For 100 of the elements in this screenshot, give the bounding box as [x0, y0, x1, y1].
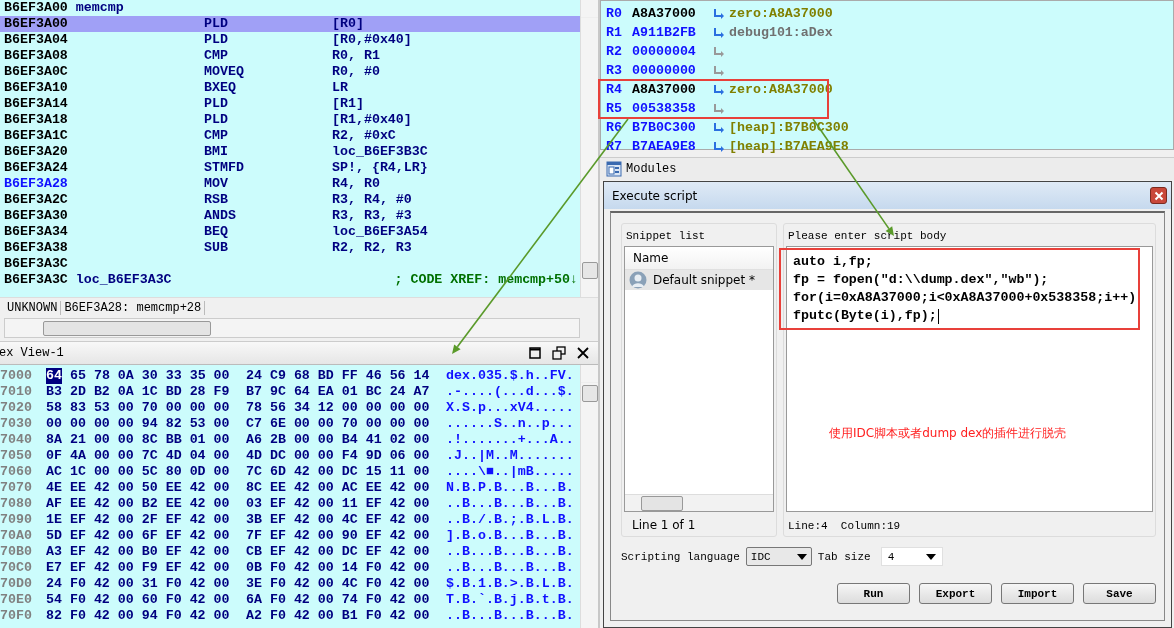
hex-bytes: 24 C9 68 BD FF 46 56 14: [246, 368, 431, 384]
hex-bytes: 3B EF 42 00 4C EF 42 00: [246, 512, 431, 528]
dialog-button[interactable]: Save: [1083, 583, 1156, 604]
pointer-arrow-icon: [712, 45, 726, 58]
hex-bytes: 82 F0 42 00 94 F0 42 00: [46, 608, 231, 624]
register-target: zero:A8A37000: [729, 6, 833, 21]
ascii-text: .J..|M..M.......: [446, 448, 574, 464]
register-target: debug101:aDex: [729, 25, 833, 40]
dialog-button[interactable]: Import: [1001, 583, 1074, 604]
pointer-arrow-icon: [712, 83, 726, 96]
address: B6EF3A24: [4, 160, 69, 176]
operands: [R1]: [332, 96, 364, 112]
text-caret: [937, 308, 939, 324]
language-dropdown[interactable]: IDC: [745, 547, 812, 566]
mnemonic: PLD: [204, 32, 229, 48]
mnemonic: PLD: [204, 96, 229, 112]
modules-tab[interactable]: Modules: [600, 157, 1174, 180]
operands: SP!, {R4,LR}: [332, 160, 428, 176]
hex-bytes: A3 EF 42 00 B0 EF 42 00: [46, 544, 231, 560]
hex-bytes: C7 6E 00 00 70 00 00 00: [246, 416, 431, 432]
status-text: Line:4 Column:19: [787, 519, 902, 532]
horizontal-scrollbar[interactable]: [625, 494, 773, 511]
pointer-arrow-icon: [712, 140, 726, 153]
mnemonic: BXEQ: [204, 80, 237, 96]
address: B6EF3A3C: [4, 256, 68, 272]
register-value: A911B2FB: [632, 25, 697, 40]
address: B6EF3A04: [4, 32, 69, 48]
hex-bytes: 5D EF 42 00 6F EF 42 00: [46, 528, 231, 544]
register-value: 00000000: [632, 63, 697, 78]
close-button[interactable]: [1150, 187, 1167, 204]
hex-bytes: 8C EE 42 00 AC EE 42 00: [246, 480, 431, 496]
hex-bytes: 4E EE 42 00 50 EE 42 00: [46, 480, 231, 496]
snippet-item[interactable]: Default snippet *: [625, 270, 773, 290]
address: 7070: [0, 480, 33, 496]
ascii-text: ....\■..|mB.....: [446, 464, 574, 480]
hex-bytes: 1E EF 42 00 2F EF 42 00: [46, 512, 231, 528]
register-name: R5: [606, 101, 623, 116]
address: 70F0: [0, 608, 33, 624]
dropdown-arrow-icon: [925, 553, 936, 560]
hex-bytes: 00 00 00 00 94 82 53 00: [46, 416, 231, 432]
tab-size-dropdown[interactable]: 4: [880, 547, 943, 566]
field-label: Scripting language: [621, 550, 740, 563]
ascii-text: T.B.`.B.j.B.t.B.: [446, 592, 574, 608]
script-editor[interactable]: auto i,fp; fp = fopen("d:\\dump.dex","wb"); for(i=0xA8A37000;i<0xA8A37000+0x538358;i++) fputc(Byte(i),fp); 使用IDC脚本或者dump dex的插件进行脱壳: [786, 246, 1153, 512]
cursor-byte[interactable]: 64: [46, 368, 62, 384]
hex-bytes: 0B F0 42 00 14 F0 42 00: [246, 560, 431, 576]
ascii-text: .!.......+...A..: [446, 432, 574, 448]
register-name: R2: [606, 44, 623, 59]
mnemonic: SUB: [204, 240, 229, 256]
address: 7050: [0, 448, 33, 464]
address: 70A0: [0, 528, 33, 544]
register-value: 00000004: [632, 44, 697, 59]
address: 7000: [0, 368, 33, 384]
hex-bytes: 4D DC 00 00 F4 9D 06 00: [246, 448, 431, 464]
pointer-arrow-icon: [712, 121, 726, 134]
status-text: B6EF3A28: memcmp+28: [61, 301, 206, 315]
status-text: UNKNOWN: [4, 301, 62, 315]
register-value: 00538358: [632, 101, 697, 116]
hex-bytes: 65 78 0A 30 33 35 00: [69, 368, 230, 384]
ascii-text: ..B./.B.;.B.L.B.: [446, 512, 574, 528]
address: B6EF3A20: [4, 144, 69, 160]
ascii-text: ..B...B...B...B.: [446, 496, 574, 512]
mnemonic: MOVEQ: [204, 64, 245, 80]
operands: R2, R2, R3: [332, 240, 412, 256]
ascii-text: X.S.p...xV4.....: [446, 400, 574, 416]
code-line: fp = fopen("d:\\dump.dex","wb");: [793, 271, 1049, 289]
horizontal-scrollbar[interactable]: [4, 318, 580, 338]
operands: R3, R4, #0: [332, 192, 412, 208]
address: B6EF3A00: [4, 0, 68, 16]
mnemonic: STMFD: [204, 160, 245, 176]
hex-bytes: 54 F0 42 00 60 F0 42 00: [46, 592, 231, 608]
mnemonic: BEQ: [204, 224, 229, 240]
vertical-scrollbar[interactable]: [580, 365, 598, 628]
dialog-button[interactable]: Run: [837, 583, 910, 604]
address: B6EF3A08: [4, 48, 69, 64]
mnemonic: ANDS: [204, 208, 237, 224]
hex-bytes: AF EE 42 00 B2 EE 42 00: [46, 496, 231, 512]
hex-bytes: A6 2B 00 00 B4 41 02 00: [246, 432, 431, 448]
address: B6EF3A38: [4, 240, 69, 256]
mnemonic: RSB: [204, 192, 229, 208]
ascii-text: .-....(...d...$.: [446, 384, 574, 400]
hex-bytes: 6A F0 42 00 74 F0 42 00: [246, 592, 431, 608]
ascii-text: $.B.1.B.>.B.L.B.: [446, 576, 574, 592]
pointer-arrow-icon: [712, 102, 726, 115]
status-text: Line 1 of 1: [631, 517, 697, 532]
dialog-button[interactable]: Export: [919, 583, 992, 604]
address: B6EF3A00: [4, 16, 69, 32]
window-title: Execute script: [612, 188, 698, 203]
register-name: R6: [606, 120, 623, 135]
operands: loc_B6EF3B3C: [332, 144, 428, 160]
address: B6EF3A34: [4, 224, 69, 240]
mnemonic: PLD: [204, 16, 229, 32]
address: B6EF3A3C: [4, 272, 68, 288]
operands: R3, R3, #3: [332, 208, 412, 224]
register-name: R3: [606, 63, 623, 78]
ascii-text: N.B.P.B...B...B.: [446, 480, 574, 496]
register-value: A8A37000: [632, 82, 697, 97]
operands: [R0,#0x40]: [332, 32, 412, 48]
vertical-scrollbar[interactable]: [580, 0, 598, 297]
hex-bytes: 7F EF 42 00 90 EF 42 00: [246, 528, 431, 544]
